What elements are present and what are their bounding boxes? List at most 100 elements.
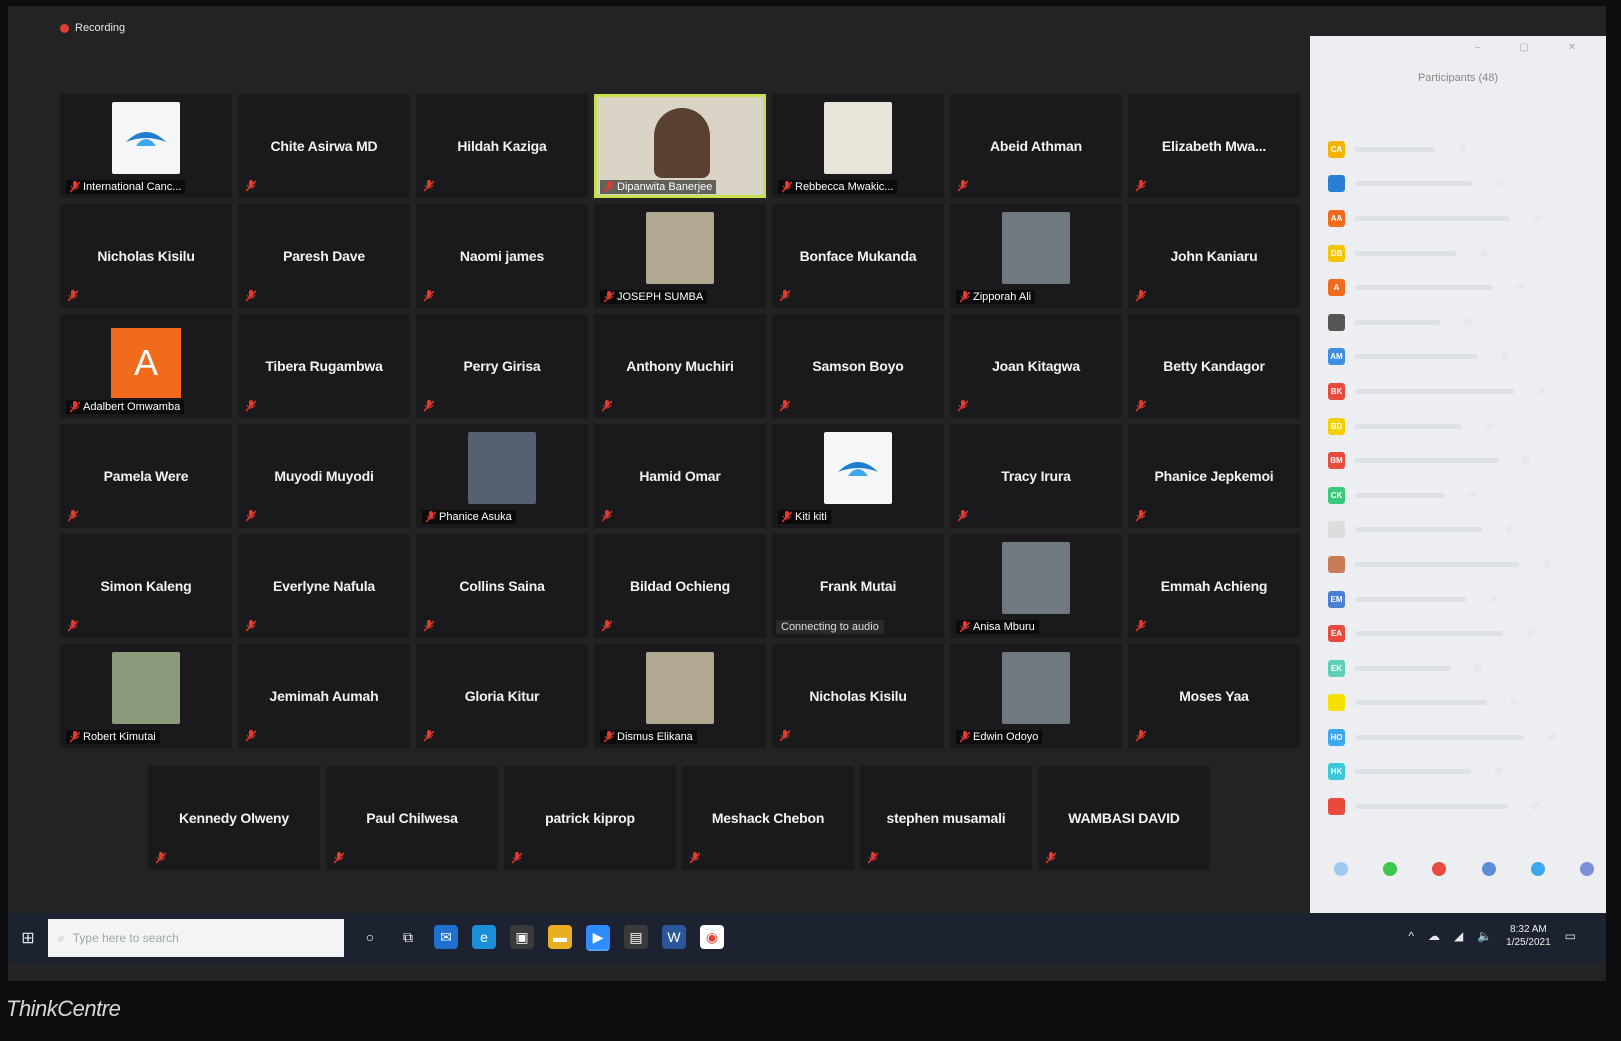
reaction-icon[interactable]	[1530, 862, 1545, 876]
participant-list-item[interactable]: BD ⊘	[1328, 409, 1598, 444]
participant-tile[interactable]: Gloria Kitur	[416, 644, 588, 748]
participant-tile[interactable]: Robert Kimutai	[60, 644, 232, 748]
participant-tile[interactable]: Hildah Kaziga	[416, 94, 588, 198]
participant-tile[interactable]: Zipporah Ali	[950, 204, 1122, 308]
participant-tile[interactable]: Hamid Omar	[594, 424, 766, 528]
participant-list-item[interactable]: ⊘	[1328, 686, 1598, 721]
participant-tile[interactable]: Meshack Chebon	[682, 766, 854, 870]
chrome-icon[interactable]: ◉	[700, 925, 724, 949]
monitor-bezel: Recording International Canc... Chite Asi…	[0, 0, 1621, 1041]
participant-list-item[interactable]: ⊘	[1328, 789, 1598, 824]
participant-list-item[interactable]: A ⊘	[1328, 270, 1598, 305]
participant-tile[interactable]: Muyodi Muyodi	[238, 424, 410, 528]
participant-list-item[interactable]: EA ⊘	[1328, 616, 1598, 651]
taskbar-search[interactable]: ⌕ Type here to search	[48, 919, 344, 957]
participant-list-item[interactable]: CK ⊘	[1328, 478, 1598, 513]
file-explorer-icon[interactable]: ▬	[548, 925, 572, 949]
participant-list-item[interactable]: AA ⊘	[1328, 201, 1598, 236]
participant-tile[interactable]: Samson Boyo	[772, 314, 944, 418]
start-button[interactable]: ⊞	[8, 928, 48, 948]
participant-tile[interactable]: Elizabeth Mwa...	[1128, 94, 1300, 198]
participant-tile[interactable]: Emmah Achieng	[1128, 534, 1300, 638]
participant-tile[interactable]: Perry Girisa	[416, 314, 588, 418]
participant-tile[interactable]: Edwin Odoyo	[950, 644, 1122, 748]
zoom-icon[interactable]: ▶	[586, 925, 610, 951]
participant-name: Abeid Athman	[990, 137, 1082, 154]
participant-list-item[interactable]: BK ⊘	[1328, 374, 1598, 409]
store-icon[interactable]: ▣	[510, 925, 534, 949]
participant-list-item[interactable]: ⊘	[1328, 305, 1598, 340]
participant-list-item[interactable]: ⊘	[1328, 547, 1598, 582]
participant-tile[interactable]: Bildad Ochieng	[594, 534, 766, 638]
participant-tile[interactable]: Betty Kandagor	[1128, 314, 1300, 418]
participant-tile[interactable]: Joan Kitagwa	[950, 314, 1122, 418]
reaction-icon[interactable]	[1383, 862, 1398, 876]
participant-list-item[interactable]: BM ⊘	[1328, 443, 1598, 478]
participant-tile[interactable]: JOSEPH SUMBA	[594, 204, 766, 308]
participant-list-item[interactable]: ⊘	[1328, 513, 1598, 548]
participant-tile[interactable]: Frank Mutai Connecting to audio	[772, 534, 944, 638]
participant-tile[interactable]: John Kaniaru	[1128, 204, 1300, 308]
participant-list-item[interactable]: HO ⊘	[1328, 720, 1598, 755]
participant-tile[interactable]: International Canc...	[60, 94, 232, 198]
participant-list-item[interactable]: EM ⊘	[1328, 582, 1598, 617]
network-icon[interactable]: ◢	[1454, 929, 1463, 943]
participant-tile[interactable]: Nicholas Kisilu	[772, 644, 944, 748]
participant-tile[interactable]: Bonface Mukanda	[772, 204, 944, 308]
participant-tile[interactable]: Tibera Rugambwa	[238, 314, 410, 418]
participant-tile[interactable]: Dismus Elikana	[594, 644, 766, 748]
participant-tile[interactable]: Tracy Irura	[950, 424, 1122, 528]
participant-tile[interactable]: Abeid Athman	[950, 94, 1122, 198]
participant-tile[interactable]: Nicholas Kisilu	[60, 204, 232, 308]
reaction-icon[interactable]	[1579, 862, 1594, 876]
participant-avatar	[1328, 521, 1345, 539]
participant-tile[interactable]: Rebbecca Mwakic...	[772, 94, 944, 198]
participant-tile[interactable]: Chite Asirwa MD	[238, 94, 410, 198]
participant-tile[interactable]: Jemimah Aumah	[238, 644, 410, 748]
cloud-icon[interactable]: ☁	[1428, 929, 1440, 943]
task-view-icon[interactable]: ⧉	[396, 925, 420, 949]
participant-tile[interactable]: Phanice Asuka	[416, 424, 588, 528]
edge-icon[interactable]: e	[472, 925, 496, 949]
participant-tile[interactable]: Dipanwita Banerjee	[594, 94, 766, 198]
participant-tile[interactable]: A Adalbert Omwamba	[60, 314, 232, 418]
notes-icon[interactable]: ▤	[624, 925, 648, 949]
participant-list-item[interactable]: AM ⊘	[1328, 340, 1598, 375]
muted-mic-icon	[602, 400, 612, 412]
participant-tile[interactable]: Anisa Mburu	[950, 534, 1122, 638]
participant-tile[interactable]: Collins Saina	[416, 534, 588, 638]
participant-list-item[interactable]: HK ⊘	[1328, 755, 1598, 790]
participant-tile[interactable]: Kiti kiti	[772, 424, 944, 528]
participant-tile[interactable]: stephen musamali	[860, 766, 1032, 870]
participant-list-item[interactable]: EK ⊘	[1328, 651, 1598, 686]
participant-list-item[interactable]: CA ⊘	[1328, 132, 1598, 167]
participant-tile[interactable]: Paul Chilwesa	[326, 766, 498, 870]
mic-status-icon: ⊘	[1510, 697, 1519, 709]
participant-tile[interactable]: WAMBASI DAVID	[1038, 766, 1210, 870]
profile-photo	[468, 432, 536, 504]
chevron-up-icon[interactable]: ^	[1408, 929, 1414, 943]
participant-tile[interactable]: Everlyne Nafula	[238, 534, 410, 638]
participant-tile[interactable]: Naomi james	[416, 204, 588, 308]
participant-list-item[interactable]: DB ⊘	[1328, 236, 1598, 271]
participant-tile[interactable]: Anthony Muchiri	[594, 314, 766, 418]
window-controls[interactable]: – ▢ ✕	[1475, 42, 1594, 53]
volume-icon[interactable]: 🔈	[1477, 929, 1492, 943]
participant-tile[interactable]: Pamela Were	[60, 424, 232, 528]
reaction-icon[interactable]	[1432, 862, 1447, 876]
cortana-icon[interactable]: ○	[358, 925, 382, 949]
clock[interactable]: 8:32 AM 1/25/2021	[1506, 923, 1551, 949]
participant-tile[interactable]: Phanice Jepkemoi	[1128, 424, 1300, 528]
participant-tile[interactable]: Kennedy Olweny	[148, 766, 320, 870]
participant-tile[interactable]: Paresh Dave	[238, 204, 410, 308]
participant-tile[interactable]: Moses Yaa	[1128, 644, 1300, 748]
reaction-icon[interactable]	[1334, 862, 1348, 876]
notifications-icon[interactable]: ▭	[1565, 929, 1576, 943]
participant-name: Muyodi Muyodi	[274, 467, 374, 484]
participant-list-item[interactable]: ⊘	[1328, 167, 1598, 202]
reaction-icon[interactable]	[1481, 862, 1496, 876]
word-icon[interactable]: W	[662, 925, 686, 949]
participant-tile[interactable]: Simon Kaleng	[60, 534, 232, 638]
mail-icon[interactable]: ✉	[434, 925, 458, 949]
participant-tile[interactable]: patrick kiprop	[504, 766, 676, 870]
